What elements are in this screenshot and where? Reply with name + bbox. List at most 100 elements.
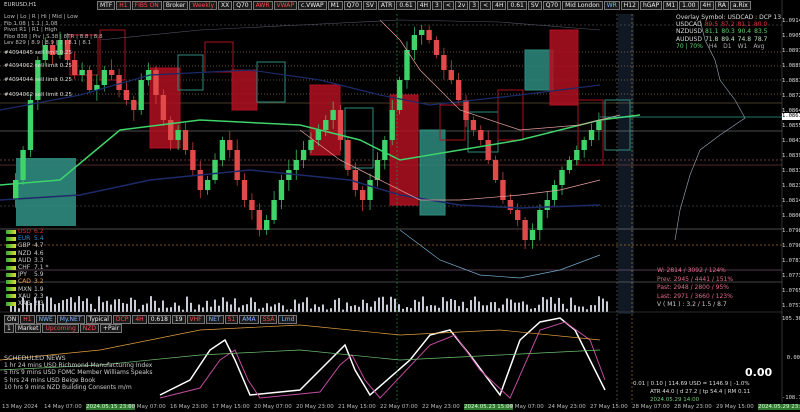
strength-bar xyxy=(6,244,16,248)
toolbar-button[interactable]: SV xyxy=(362,1,377,10)
toolbar-button[interactable]: < xyxy=(442,1,454,10)
currency-value: 5.4 xyxy=(34,235,44,243)
toolbar-button[interactable]: ON xyxy=(4,315,20,324)
toolbar-button[interactable]: Broker xyxy=(162,1,189,10)
toolbar-button[interactable]: 3 xyxy=(469,1,480,10)
candle-body xyxy=(419,30,425,35)
candle-body xyxy=(160,95,167,120)
toolbar-button[interactable]: 19 xyxy=(171,315,186,324)
toolbar-button[interactable]: 4H xyxy=(132,315,147,324)
candle-body xyxy=(20,150,26,180)
toolbar-button[interactable]: NWE xyxy=(35,315,56,324)
toolbar-button[interactable]: My.NET xyxy=(56,315,85,324)
toolbar-button[interactable]: VWAP xyxy=(273,1,297,10)
toolbar-button[interactable]: Weekly xyxy=(189,1,218,10)
toolbar-button[interactable]: AWR xyxy=(252,1,273,10)
candle-body xyxy=(190,150,196,170)
candle-body xyxy=(27,100,34,150)
toolbar-button[interactable]: Market xyxy=(14,324,42,333)
price-tick: 1.08145 xyxy=(782,198,800,204)
toolbar-button[interactable]: 2v xyxy=(454,1,469,10)
toolbar-button[interactable]: Lmd xyxy=(278,315,298,324)
volume-bar xyxy=(166,307,168,312)
strength-bar xyxy=(6,258,16,263)
overlay-footer-item: W1 xyxy=(737,42,748,50)
candle-body xyxy=(249,200,255,210)
toolbar-button[interactable]: SV xyxy=(527,1,542,10)
candle-body xyxy=(492,160,499,180)
toolbar-button[interactable]: M1 xyxy=(663,1,679,10)
currency-strength-panel: USD 6.2 EUR 5.4 GBP 4.7 NZD 4.6 AUD 3.3 CHF 7.1 * JP… xyxy=(6,228,50,307)
toolbar-button[interactable]: H12 xyxy=(620,1,639,10)
toolbar-button[interactable]: FIBS ON xyxy=(131,1,162,10)
toolbar-button[interactable]: c.VWAP xyxy=(297,1,327,10)
volume-bar xyxy=(198,304,200,312)
candle-body xyxy=(389,110,395,140)
toolbar-button[interactable]: NZD xyxy=(79,324,99,333)
toolbar-button[interactable]: SSA xyxy=(259,315,278,324)
currency-code: EUR xyxy=(18,235,31,243)
price-chart[interactable] xyxy=(0,0,800,412)
toolbar-button[interactable]: 0.61 xyxy=(507,1,527,10)
toolbar-button[interactable]: 4H xyxy=(416,1,432,10)
toolbar-button[interactable]: M1 xyxy=(327,1,343,10)
toolbar-button[interactable]: XX xyxy=(218,1,233,10)
toolbar-button[interactable]: H1 xyxy=(116,1,131,10)
volume-bar xyxy=(434,305,436,312)
toolbar-button[interactable]: MTF xyxy=(97,1,116,10)
volume-bar xyxy=(342,309,344,312)
candle-body xyxy=(522,220,528,240)
toolbar-button[interactable]: AMA xyxy=(239,315,259,324)
currency-code: NZD xyxy=(18,249,32,257)
zone-box xyxy=(549,29,579,106)
strength-row: AUD 3.3 xyxy=(6,257,50,264)
currency-code: GBP xyxy=(18,242,31,250)
price-tick: 1.09145 xyxy=(782,18,800,24)
toolbar-button[interactable]: +Pair xyxy=(99,324,123,333)
toolbar-button[interactable]: 1.00 xyxy=(679,1,699,10)
toolbar-button[interactable]: H1 xyxy=(20,315,35,324)
volume-bar xyxy=(162,300,164,312)
bottom-value: 0.00 xyxy=(745,366,773,379)
toolbar-button[interactable]: 0.61 xyxy=(396,1,416,10)
volume-bar xyxy=(178,305,180,312)
toolbar-button[interactable]: ATR xyxy=(377,1,396,10)
volume-bar xyxy=(314,304,316,312)
toolbar-button[interactable]: WR xyxy=(603,1,620,10)
time-tick: 17 May 15:00 xyxy=(212,404,250,410)
toolbar-button[interactable]: 4H xyxy=(492,1,507,10)
candle-body xyxy=(108,70,115,75)
toolbar-button[interactable]: Typical xyxy=(85,315,112,324)
news-title: SCHEDULED NEWS xyxy=(4,354,66,362)
candle-body xyxy=(367,180,373,200)
toolbar-button[interactable]: Q70 xyxy=(542,1,562,10)
toolbar-button[interactable]: Upcoming xyxy=(42,324,79,333)
price-tick: 1.08970 xyxy=(782,48,800,54)
volume-bar xyxy=(242,305,244,312)
toolbar-button[interactable]: a.Rix xyxy=(729,1,751,10)
volume-bar xyxy=(126,303,128,312)
toolbar-button[interactable]: DCP xyxy=(112,315,132,324)
toolbar-button[interactable]: NET xyxy=(205,315,224,324)
toolbar-button[interactable]: Q70 xyxy=(343,1,362,10)
volume-bar xyxy=(514,302,516,312)
overlay-symbol: USDCAD xyxy=(676,21,702,29)
toolbar-button[interactable]: 3 xyxy=(432,1,442,10)
toolbar-button[interactable]: hGAP xyxy=(639,1,663,10)
currency-code: MXN xyxy=(18,285,32,293)
time-tick: 28 May 07:00 xyxy=(632,404,670,410)
toolbar-button[interactable]: Q70 xyxy=(233,1,252,10)
toolbar-button[interactable]: 1 xyxy=(4,324,14,333)
volume-bar xyxy=(574,305,576,312)
overlay-symbol: AUDUSD xyxy=(676,35,702,43)
candle-body xyxy=(559,170,565,185)
volume-bar xyxy=(506,298,508,312)
volume-bar xyxy=(86,298,88,312)
toolbar-button[interactable]: Mid London xyxy=(562,1,603,10)
toolbar-button[interactable]: VHF xyxy=(186,315,205,324)
toolbar-button[interactable]: < xyxy=(480,1,492,10)
toolbar-button[interactable]: RA xyxy=(714,1,729,10)
toolbar-button[interactable]: 4H xyxy=(699,1,714,10)
toolbar-button[interactable]: S1 xyxy=(224,315,239,324)
toolbar-button[interactable]: 0.618 xyxy=(147,315,171,324)
